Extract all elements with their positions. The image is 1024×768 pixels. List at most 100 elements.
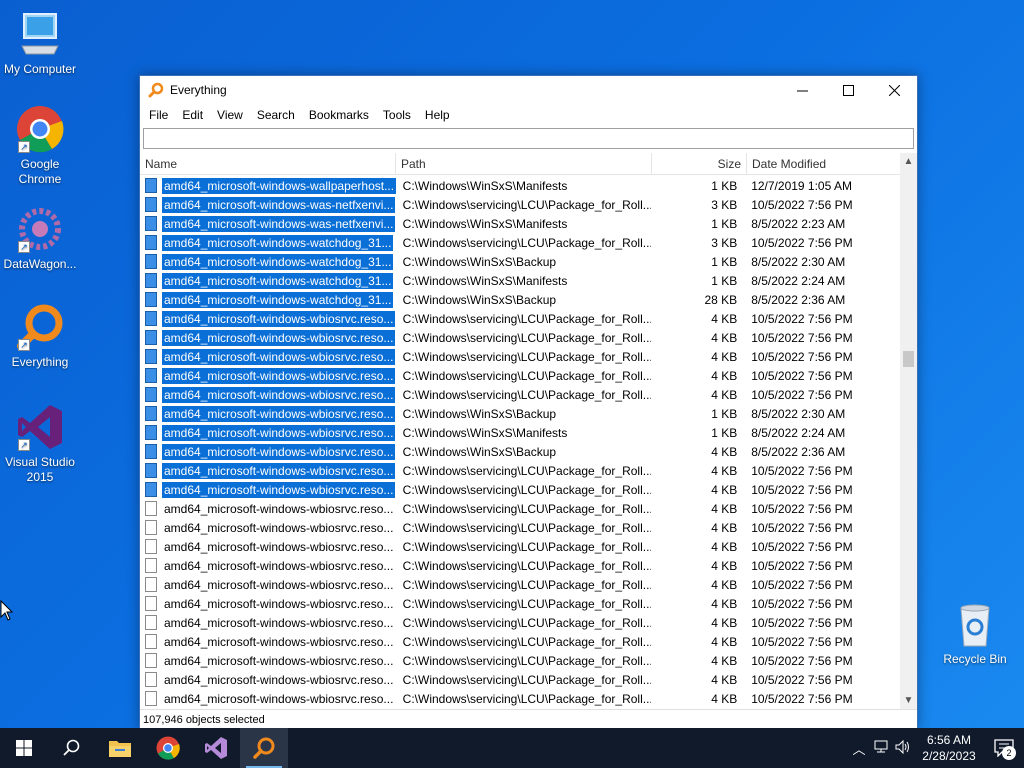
taskbar-file-explorer[interactable] <box>96 728 144 768</box>
table-row[interactable]: amd64_microsoft-windows-wbiosrvc.reso...… <box>140 632 900 651</box>
file-date-modified: 8/5/2022 2:23 AM <box>751 216 846 231</box>
file-icon <box>145 425 157 440</box>
file-name: amd64_microsoft-windows-wbiosrvc.reso... <box>162 481 396 498</box>
file-size: 4 KB <box>711 368 738 383</box>
column-header-path[interactable]: Path <box>396 153 652 175</box>
table-row[interactable]: amd64_microsoft-windows-watchdog_31... C:… <box>140 233 900 252</box>
maximize-button[interactable] <box>825 76 871 104</box>
file-name: amd64_microsoft-windows-wbiosrvc.reso... <box>164 577 394 592</box>
menu-help[interactable]: Help <box>418 108 457 122</box>
file-name: amd64_microsoft-windows-watchdog_31... <box>162 253 394 270</box>
title-bar[interactable]: Everything <box>140 76 917 104</box>
scrollbar-thumb[interactable] <box>903 351 914 367</box>
vertical-scrollbar[interactable]: ▲ ▼ <box>900 153 917 709</box>
file-date-modified: 8/5/2022 2:30 AM <box>751 254 846 269</box>
taskbar-visual-studio[interactable] <box>192 728 240 768</box>
close-button[interactable] <box>871 76 917 104</box>
scroll-down-icon[interactable]: ▼ <box>900 692 917 709</box>
menu-edit[interactable]: Edit <box>175 108 210 122</box>
table-row[interactable]: amd64_microsoft-windows-wbiosrvc.reso...… <box>140 461 900 480</box>
notification-count-badge: 2 <box>1002 746 1016 760</box>
desktop-icon-recycle-bin[interactable]: Recycle Bin <box>935 600 1015 667</box>
file-date-modified: 8/5/2022 2:36 AM <box>751 444 846 459</box>
table-row[interactable]: amd64_microsoft-windows-wbiosrvc.reso...… <box>140 347 900 366</box>
table-row[interactable]: amd64_microsoft-windows-wbiosrvc.reso...… <box>140 480 900 499</box>
menu-search[interactable]: Search <box>250 108 302 122</box>
file-icon <box>145 178 157 193</box>
taskbar-everything[interactable] <box>240 728 288 768</box>
table-row[interactable]: amd64_microsoft-windows-wbiosrvc.reso...… <box>140 423 900 442</box>
table-row[interactable]: amd64_microsoft-windows-wbiosrvc.reso...… <box>140 537 900 556</box>
file-path: C:\Windows\servicing\LCU\Package_for_Rol… <box>402 558 652 573</box>
table-row[interactable]: amd64_microsoft-windows-watchdog_31... C:… <box>140 290 900 309</box>
table-row[interactable]: amd64_microsoft-windows-wbiosrvc.reso...… <box>140 366 900 385</box>
file-size: 1 KB <box>711 406 738 421</box>
column-header-size[interactable]: Size <box>652 153 747 175</box>
results-list[interactable]: Name Path Size Date Modified amd64_micro… <box>140 153 917 709</box>
file-date-modified: 10/5/2022 7:56 PM <box>751 596 853 611</box>
table-row[interactable]: amd64_microsoft-windows-watchdog_31... C:… <box>140 252 900 271</box>
table-row[interactable]: amd64_microsoft-windows-watchdog_31... C:… <box>140 271 900 290</box>
file-name: amd64_microsoft-windows-wbiosrvc.reso... <box>162 462 396 479</box>
table-row[interactable]: amd64_microsoft-windows-wbiosrvc.reso...… <box>140 442 900 461</box>
table-row[interactable]: amd64_microsoft-windows-wbiosrvc.reso...… <box>140 575 900 594</box>
desktop-icon-my-computer[interactable]: My Computer <box>0 10 80 77</box>
table-row[interactable]: amd64_microsoft-windows-wbiosrvc.reso...… <box>140 689 900 708</box>
file-date-modified: 12/7/2019 1:05 AM <box>751 178 852 193</box>
table-row[interactable]: amd64_microsoft-windows-wbiosrvc.reso...… <box>140 594 900 613</box>
column-header-name[interactable]: Name <box>140 153 396 175</box>
menu-view[interactable]: View <box>210 108 250 122</box>
name-cell: amd64_microsoft-windows-watchdog_31... <box>140 272 396 289</box>
system-tray: ︿ 6:56 AM 2/28/2023 2 <box>848 728 1024 768</box>
chevron-up-icon[interactable]: ︿ <box>848 739 870 758</box>
desktop-icon-visual-studio[interactable]: ↗ Visual Studio 2015 <box>0 403 80 485</box>
file-size: 4 KB <box>711 558 738 573</box>
network-icon[interactable] <box>870 740 892 757</box>
table-row[interactable]: amd64_microsoft-windows-wbiosrvc.reso...… <box>140 651 900 670</box>
table-row[interactable]: amd64_microsoft-windows-wbiosrvc.reso...… <box>140 518 900 537</box>
desktop-icon-datawagon[interactable]: ↗ DataWagon... <box>0 205 80 272</box>
table-row[interactable]: amd64_microsoft-windows-wbiosrvc.reso...… <box>140 328 900 347</box>
file-path: C:\Windows\servicing\LCU\Package_for_Rol… <box>402 539 652 554</box>
file-path: C:\Windows\servicing\LCU\Package_for_Rol… <box>402 672 652 687</box>
scroll-up-icon[interactable]: ▲ <box>900 153 917 170</box>
file-path: C:\Windows\servicing\LCU\Package_for_Rol… <box>402 653 652 668</box>
table-row[interactable]: amd64_microsoft-windows-wbiosrvc.reso...… <box>140 499 900 518</box>
menu-file[interactable]: File <box>142 108 175 122</box>
table-row[interactable]: amd64_microsoft-windows-wallpaperhost...… <box>140 176 900 195</box>
start-button[interactable] <box>0 728 48 768</box>
table-row[interactable]: amd64_microsoft-windows-wbiosrvc.reso...… <box>140 309 900 328</box>
menu-bookmarks[interactable]: Bookmarks <box>302 108 376 122</box>
table-row[interactable]: amd64_microsoft-windows-wbiosrvc.reso...… <box>140 404 900 423</box>
file-size: 1 KB <box>711 273 738 288</box>
name-cell: amd64_microsoft-windows-wbiosrvc.reso... <box>140 691 396 707</box>
file-name: amd64_microsoft-windows-was-netfxenvi... <box>162 215 396 232</box>
column-header-date-modified[interactable]: Date Modified <box>747 153 901 175</box>
desktop-icon-everything[interactable]: ↗ Everything <box>0 303 80 370</box>
file-path: C:\Windows\servicing\LCU\Package_for_Rol… <box>402 387 652 402</box>
everything-window[interactable]: Everything File Edit View Search Bookmar… <box>139 75 918 730</box>
name-cell: amd64_microsoft-windows-wbiosrvc.reso... <box>140 634 396 650</box>
table-row[interactable]: amd64_microsoft-windows-was-netfxenvi...… <box>140 195 900 214</box>
table-row[interactable]: amd64_microsoft-windows-wbiosrvc.reso...… <box>140 670 900 689</box>
search-button[interactable] <box>48 728 96 768</box>
file-date-modified: 10/5/2022 7:56 PM <box>751 311 853 326</box>
file-explorer-icon <box>109 741 131 757</box>
table-row[interactable]: amd64_microsoft-windows-wbiosrvc.reso...… <box>140 613 900 632</box>
taskbar-chrome[interactable] <box>144 728 192 768</box>
name-cell: amd64_microsoft-windows-watchdog_31... <box>140 234 396 251</box>
search-input[interactable] <box>143 128 914 149</box>
taskbar-clock[interactable]: 6:56 AM 2/28/2023 <box>914 732 984 764</box>
table-row[interactable]: amd64_microsoft-windows-wbiosrvc.reso...… <box>140 385 900 404</box>
table-row[interactable]: amd64_microsoft-windows-was-netfxenvi...… <box>140 214 900 233</box>
file-icon <box>145 520 157 535</box>
menu-tools[interactable]: Tools <box>376 108 418 122</box>
notification-center-button[interactable]: 2 <box>984 728 1024 768</box>
desktop-icon-chrome[interactable]: ↗ Google Chrome <box>0 105 80 187</box>
volume-icon[interactable] <box>892 739 914 757</box>
table-row[interactable]: amd64_microsoft-windows-wbiosrvc.reso...… <box>140 556 900 575</box>
file-name: amd64_microsoft-windows-wbiosrvc.reso... <box>164 653 394 668</box>
file-path: C:\Windows\WinSxS\Backup <box>402 406 557 421</box>
name-cell: amd64_microsoft-windows-wbiosrvc.reso... <box>140 672 396 688</box>
minimize-button[interactable] <box>779 76 825 104</box>
